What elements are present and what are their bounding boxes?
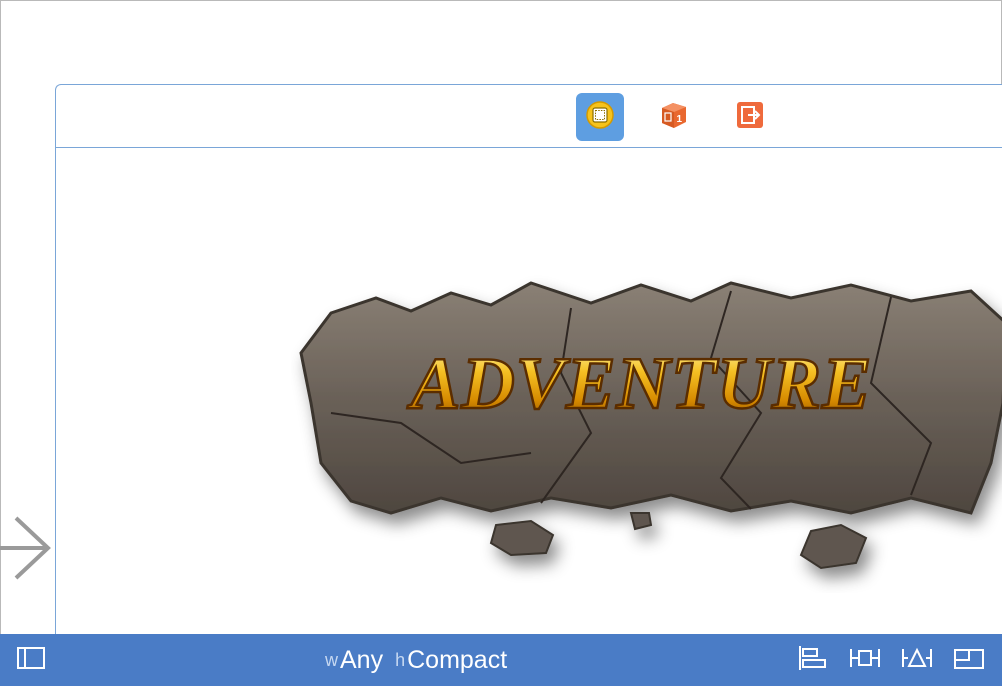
svg-text:1: 1 [677, 114, 683, 125]
size-class-control[interactable]: w Any h Compact [325, 634, 519, 686]
adventure-logo-text: ADVENTURE [407, 343, 872, 425]
resize-icon [953, 645, 985, 676]
resolve-auto-layout-issues-button[interactable] [900, 646, 934, 674]
storyboard-scene[interactable]: 1 ADVENTURE [55, 84, 1002, 644]
align-button[interactable] [796, 645, 830, 676]
scene-view[interactable]: ADVENTURE [56, 148, 1002, 643]
adventure-logo-image: ADVENTURE [291, 263, 1002, 598]
resolve-issues-icon [901, 645, 933, 676]
sidebar-icon [16, 646, 46, 675]
pin-button[interactable] [848, 646, 882, 674]
exit-icon [735, 100, 765, 135]
height-prefix: h [395, 649, 406, 670]
width-prefix: w [325, 649, 338, 670]
bottom-toolbar: w Any h Compact [0, 634, 1002, 686]
exit-dock-button[interactable] [726, 93, 774, 141]
resizing-behavior-button[interactable] [952, 646, 986, 674]
toggle-document-outline-button[interactable] [14, 646, 48, 674]
width-size-class: Any [340, 645, 384, 674]
scene-dock: 1 [56, 85, 1002, 148]
height-size-class: Compact [407, 645, 508, 674]
initial-view-controller-arrow[interactable] [0, 512, 56, 587]
first-responder-icon: 1 [659, 100, 689, 135]
pin-icon [849, 645, 881, 676]
first-responder-dock-button[interactable]: 1 [650, 93, 698, 141]
view-controller-dock-button[interactable] [576, 93, 624, 141]
view-controller-icon [585, 100, 615, 135]
align-icon [797, 645, 829, 676]
